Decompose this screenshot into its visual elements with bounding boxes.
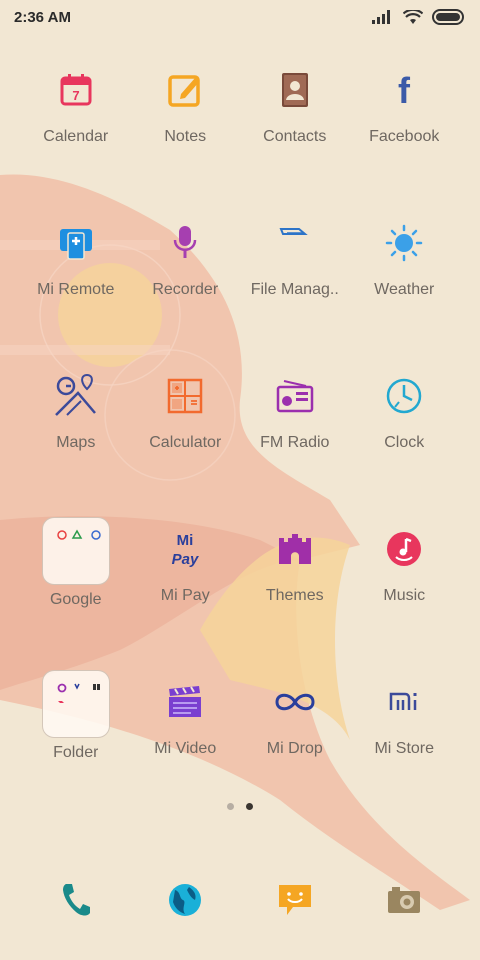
facebook-icon: f bbox=[372, 58, 436, 122]
page-dot-1[interactable] bbox=[227, 803, 234, 810]
app-label: FM Radio bbox=[260, 434, 330, 451]
castle-icon bbox=[263, 517, 327, 581]
dock-phone[interactable] bbox=[21, 870, 131, 930]
app-contacts[interactable]: Contacts bbox=[240, 58, 350, 211]
app-label: Folder bbox=[53, 744, 99, 761]
calendar-icon: 7 bbox=[44, 58, 108, 122]
dock-messaging[interactable] bbox=[240, 870, 350, 930]
app-label: Calculator bbox=[149, 434, 222, 451]
app-calculator[interactable]: Calculator bbox=[131, 364, 241, 517]
status-bar: 2:36 AM bbox=[0, 0, 480, 34]
app-label: Notes bbox=[164, 128, 207, 145]
page-dot-2[interactable] bbox=[246, 803, 253, 810]
mi-logo-icon bbox=[372, 670, 436, 734]
app-mi-store[interactable]: Mi Store bbox=[350, 670, 460, 823]
status-time: 2:36 AM bbox=[14, 8, 71, 26]
infinity-icon bbox=[263, 670, 327, 734]
mi-pay-top-text: Mi bbox=[177, 532, 194, 549]
app-mi-video[interactable]: Mi Video bbox=[131, 670, 241, 823]
app-notes[interactable]: Notes bbox=[131, 58, 241, 211]
messaging-icon bbox=[265, 870, 325, 930]
app-label: Mi Remote bbox=[37, 281, 115, 298]
signal-icon bbox=[372, 10, 390, 24]
app-label: File Manag.. bbox=[250, 281, 339, 298]
app-label: Google bbox=[49, 591, 102, 608]
app-file-manager[interactable]: File Manag.. bbox=[240, 211, 350, 364]
app-weather[interactable]: Weather bbox=[350, 211, 460, 364]
folder-file-icon bbox=[263, 211, 327, 275]
app-folder[interactable]: Folder bbox=[21, 670, 131, 823]
contacts-icon bbox=[263, 58, 327, 122]
app-mi-pay[interactable]: Mi Pay Mi Pay bbox=[131, 517, 241, 670]
calendar-day: 7 bbox=[72, 88, 79, 103]
app-label: Contacts bbox=[263, 128, 327, 145]
app-label: Weather bbox=[374, 281, 435, 298]
app-label: Maps bbox=[56, 434, 96, 451]
sun-icon bbox=[372, 211, 436, 275]
dock-camera[interactable] bbox=[350, 870, 460, 930]
app-calendar[interactable]: 7 Calendar bbox=[21, 58, 131, 211]
google-folder-icon bbox=[41, 517, 110, 585]
dock bbox=[21, 870, 459, 930]
phone-icon bbox=[46, 870, 106, 930]
radio-icon bbox=[263, 364, 327, 428]
app-maps[interactable]: Maps bbox=[21, 364, 131, 517]
browser-globe-icon bbox=[155, 870, 215, 930]
app-label: Clock bbox=[384, 434, 425, 451]
status-icons bbox=[372, 9, 466, 25]
app-facebook[interactable]: f Facebook bbox=[350, 58, 460, 211]
app-mi-remote[interactable]: Mi Remote bbox=[21, 211, 131, 364]
map-icon bbox=[44, 364, 108, 428]
calculator-icon bbox=[153, 364, 217, 428]
clock-icon bbox=[372, 364, 436, 428]
app-label: Mi Store bbox=[374, 740, 435, 757]
app-label: Recorder bbox=[152, 281, 219, 298]
mi-pay-icon: Mi Pay bbox=[153, 517, 217, 581]
music-icon bbox=[372, 517, 436, 581]
notes-icon bbox=[153, 58, 217, 122]
app-grid: 7 Calendar Notes Contacts f Facebook Mi … bbox=[21, 58, 459, 823]
remote-icon bbox=[44, 211, 108, 275]
app-label: Calendar bbox=[43, 128, 109, 145]
app-label: Facebook bbox=[369, 128, 440, 145]
app-fm-radio[interactable]: FM Radio bbox=[240, 364, 350, 517]
page-indicator[interactable] bbox=[0, 803, 480, 810]
app-recorder[interactable]: Recorder bbox=[131, 211, 241, 364]
app-label: Mi Video bbox=[154, 740, 217, 757]
app-label: Themes bbox=[265, 587, 324, 604]
app-clock[interactable]: Clock bbox=[350, 364, 460, 517]
app-mi-drop[interactable]: Mi Drop bbox=[240, 670, 350, 823]
app-label: Mi Drop bbox=[266, 740, 323, 757]
facebook-glyph: f bbox=[398, 72, 411, 108]
clapperboard-icon bbox=[153, 670, 217, 734]
mi-pay-text: Pay bbox=[172, 551, 199, 568]
camera-icon bbox=[374, 870, 434, 930]
app-label: Music bbox=[383, 587, 426, 604]
microphone-icon bbox=[153, 211, 217, 275]
app-label: Mi Pay bbox=[160, 587, 210, 604]
battery-icon bbox=[432, 9, 464, 25]
dock-browser[interactable] bbox=[131, 870, 241, 930]
app-music[interactable]: Music bbox=[350, 517, 460, 670]
app-google-folder[interactable]: Google bbox=[21, 517, 131, 670]
wifi-icon bbox=[403, 9, 423, 24]
app-folder-icon bbox=[41, 670, 110, 738]
app-themes[interactable]: Themes bbox=[240, 517, 350, 670]
